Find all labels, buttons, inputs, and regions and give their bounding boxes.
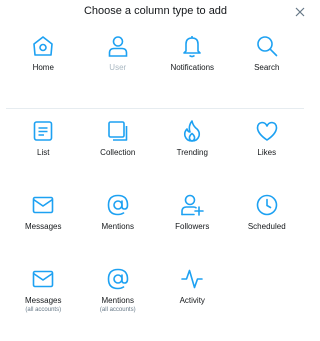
collection-icon [107,121,128,141]
column-type-label: Likes [257,148,277,157]
column-type-label: Activity [179,296,205,305]
column-row: Messages Mentions Followers Scheduled [6,193,304,267]
column-type-label: User [109,63,127,72]
add-user-icon [181,194,205,216]
modal-header: Choose a column type to add [0,0,311,24]
bell-icon [183,36,202,58]
list-icon [33,121,53,141]
column-type-scheduled[interactable]: Scheduled [230,193,305,267]
column-type-label: Messages [25,222,62,231]
heart-icon [256,121,278,141]
column-type-trending[interactable]: Trending [155,119,230,193]
column-type-messages[interactable]: Messages [6,193,81,267]
column-type-label: Trending [176,148,208,157]
column-type-sublabel: (all accounts) [25,307,62,313]
column-row: Messages (all accounts) Mentions (all ac… [6,267,304,341]
empty-cell [230,267,305,341]
envelope-icon [32,270,54,288]
column-type-grid: Home User Notifications Search List Coll… [6,34,304,341]
column-row: List Collection Trending Likes [6,119,304,193]
column-type-label: Messages [25,296,62,305]
column-type-likes[interactable]: Likes [230,119,305,193]
column-type-collection[interactable]: Collection [81,119,156,193]
column-type-user[interactable]: User [81,34,156,108]
home-icon [33,36,54,56]
column-type-home[interactable]: Home [6,34,81,108]
divider [6,108,304,109]
column-type-label: Followers [175,222,210,231]
column-type-notifications[interactable]: Notifications [155,34,230,108]
column-type-label: Collection [100,148,136,157]
column-row: Home User Notifications Search [6,34,304,108]
column-type-label: Mentions [101,296,134,305]
column-type-search[interactable]: Search [230,34,305,108]
column-type-mentions-all-accounts[interactable]: Mentions (all accounts) [81,267,156,341]
column-type-label: Scheduled [247,222,286,231]
column-type-label: Mentions [101,222,134,231]
close-icon [295,7,305,17]
column-type-label: List [37,148,50,157]
column-type-list[interactable]: List [6,119,81,193]
column-type-messages-all-accounts[interactable]: Messages (all accounts) [6,267,81,341]
column-type-label: Search [254,63,280,72]
envelope-icon [32,196,54,214]
column-type-label: Notifications [170,63,215,72]
column-type-mentions[interactable]: Mentions [81,193,156,267]
flame-icon [184,120,201,142]
user-icon [108,36,128,57]
at-icon [107,268,129,290]
modal-title: Choose a column type to add [83,5,228,17]
column-type-sublabel: (all accounts) [99,307,136,313]
search-icon [256,36,278,57]
at-icon [107,194,129,216]
activity-icon [181,269,204,289]
column-type-followers[interactable]: Followers [155,193,230,267]
close-button[interactable] [291,3,309,21]
clock-icon [256,194,278,216]
column-type-label: Home [32,63,54,72]
column-type-activity[interactable]: Activity [155,267,230,341]
